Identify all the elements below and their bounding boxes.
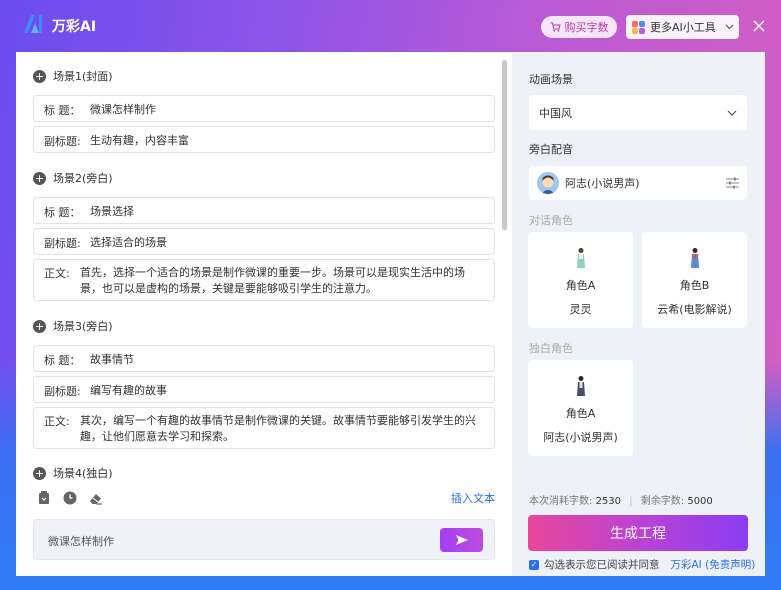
scene-title: 场景2(旁白) xyxy=(53,172,113,185)
role-name: 角色B xyxy=(679,279,710,292)
field-label: 正文: xyxy=(44,267,70,280)
role-voice: 阿志(小说男声) xyxy=(543,431,618,444)
agreement-text: 勾选表示您已阅读并同意 xyxy=(544,559,660,571)
field-label: 标 题： xyxy=(44,104,81,117)
plus-circle-icon[interactable]: + xyxy=(33,466,46,480)
field-value[interactable]: 其次，编写一个有趣的故事情节是制作微课的关键。故事情节要能够引发学生的兴趣，让他… xyxy=(80,413,484,445)
cart-icon xyxy=(550,22,561,32)
role-voice: 灵灵 xyxy=(569,303,592,316)
role-name: 角色A xyxy=(565,279,596,292)
scene-2-subtitle-field[interactable]: 副标题: 选择适合的场景 xyxy=(33,228,495,255)
field-value[interactable]: 生动有趣，内容丰富 xyxy=(90,133,484,149)
send-arrow-icon xyxy=(455,535,468,545)
role-name: 角色A xyxy=(565,407,596,420)
usage-label: 本次消耗字数: xyxy=(529,496,593,507)
usage-value: 2530 xyxy=(595,496,622,507)
field-label: 正文: xyxy=(44,415,70,428)
field-value[interactable]: 首先，选择一个适合的场景是制作微课的重要一步。场景可以是现实生活中的场景，也可以… xyxy=(80,265,484,297)
usage-divider: | xyxy=(629,496,633,507)
role-voice: 云希(电影解说) xyxy=(657,303,732,316)
scene-title: 场景1(封面) xyxy=(53,70,113,83)
dialog-role-card-a[interactable]: 角色A 灵灵 xyxy=(528,232,633,328)
voice-avatar-icon xyxy=(537,172,559,194)
character-figure-icon xyxy=(576,376,585,396)
voiceover-label: 旁白配音 xyxy=(529,143,573,156)
remain-value: 5000 xyxy=(687,496,713,507)
field-value[interactable]: 选择适合的场景 xyxy=(90,235,484,251)
plus-circle-icon[interactable]: + xyxy=(33,171,46,185)
plus-circle-icon[interactable]: + xyxy=(33,319,46,333)
animation-scene-select[interactable]: 中国风 xyxy=(529,95,747,130)
character-figure-icon xyxy=(690,248,699,268)
generate-project-button[interactable]: 生成工程 xyxy=(528,515,748,551)
scene-1-subtitle-field[interactable]: 副标题: 生动有趣，内容丰富 xyxy=(33,126,495,153)
scene-1-title-field[interactable]: 标 题： 微课怎样制作 xyxy=(33,95,495,122)
character-usage: 本次消耗字数: 2530 | 剩余字数: 5000 xyxy=(529,492,713,507)
eraser-icon[interactable] xyxy=(88,490,104,506)
field-value[interactable]: 编写有趣的故事 xyxy=(90,383,484,399)
scene-title: 场景4(独白) xyxy=(53,467,113,480)
title-bar: 万彩AI 购买字数 更多AI小工具 xyxy=(0,0,781,52)
apps-grid-icon xyxy=(632,20,645,34)
sliders-settings-icon[interactable] xyxy=(726,177,739,189)
app-title: 万彩AI xyxy=(52,19,97,35)
scene-3-body-field[interactable]: 正文: 其次，编写一个有趣的故事情节是制作微课的关键。故事情节要能够引发学生的兴… xyxy=(33,407,495,449)
script-editor-panel: + 场景1(封面) 标 题： 微课怎样制作 副标题: 生动有趣，内容丰富 + 场… xyxy=(16,52,512,576)
history-clock-icon[interactable] xyxy=(62,490,78,506)
field-value[interactable]: 微课怎样制作 xyxy=(90,102,484,118)
insert-text-link[interactable]: 插入文本 xyxy=(451,490,495,506)
animation-scene-label: 动画场景 xyxy=(529,73,573,86)
buy-characters-label: 购买字数 xyxy=(564,21,609,34)
field-label: 副标题: xyxy=(44,237,81,250)
scene-2-title-field[interactable]: 标 题： 场景选择 xyxy=(33,197,495,224)
close-icon[interactable] xyxy=(752,19,766,33)
scene-3-subtitle-field[interactable]: 副标题: 编写有趣的故事 xyxy=(33,376,495,403)
scene-1-header[interactable]: + 场景1(封面) xyxy=(33,68,113,84)
animation-scene-value: 中国风 xyxy=(539,106,572,120)
field-label: 标 题： xyxy=(44,206,81,219)
prompt-input-value[interactable]: 微课怎样制作 xyxy=(48,533,114,549)
scene-3-header[interactable]: + 场景3(旁白) xyxy=(33,318,113,334)
monologue-roles-label: 独白角色 xyxy=(529,342,573,355)
voiceover-value: 阿志(小说男声) xyxy=(565,177,640,190)
plus-circle-icon[interactable]: + xyxy=(33,69,46,83)
agreement-checkbox[interactable]: ✓ xyxy=(529,559,539,570)
send-button[interactable] xyxy=(440,528,483,552)
scene-3-title-field[interactable]: 标 题： 故事情节 xyxy=(33,345,495,372)
field-label: 副标题: xyxy=(44,135,81,148)
disclaimer-link[interactable]: 万彩AI (免责声明) xyxy=(671,557,756,572)
voiceover-select[interactable]: 阿志(小说男声) xyxy=(529,166,747,200)
scene-2-body-field[interactable]: 正文: 首先，选择一个适合的场景是制作微课的重要一步。场景可以是现实生活中的场景… xyxy=(33,259,495,301)
scene-4-header[interactable]: + 场景4(独白) xyxy=(33,465,113,481)
scene-2-header[interactable]: + 场景2(旁白) xyxy=(33,170,113,186)
scrollbar[interactable] xyxy=(502,60,507,230)
buy-characters-button[interactable]: 购买字数 xyxy=(541,16,617,38)
editor-toolbar xyxy=(36,490,104,506)
field-value[interactable]: 场景选择 xyxy=(90,204,484,220)
monologue-role-card-a[interactable]: 角色A 阿志(小说男声) xyxy=(528,360,633,456)
dialog-roles-label: 对话角色 xyxy=(529,214,573,227)
app-logo-icon xyxy=(24,15,42,33)
field-value[interactable]: 故事情节 xyxy=(90,352,484,368)
dialog-role-card-b[interactable]: 角色B 云希(电影解说) xyxy=(642,232,747,328)
character-figure-icon xyxy=(576,248,585,268)
prompt-input[interactable]: 微课怎样制作 xyxy=(33,519,495,560)
chevron-down-icon xyxy=(725,24,734,30)
more-ai-tools-dropdown[interactable]: 更多AI小工具 xyxy=(626,15,739,39)
scene-title: 场景3(旁白) xyxy=(53,320,113,333)
save-template-icon[interactable] xyxy=(36,490,52,506)
chevron-down-icon xyxy=(727,110,737,116)
more-ai-tools-label: 更多AI小工具 xyxy=(650,21,716,34)
settings-panel: 动画场景 中国风 旁白配音 阿志(小说男声) 对话角色 角色A 灵灵 角色B 云… xyxy=(512,52,765,576)
field-label: 副标题: xyxy=(44,385,81,398)
agreement-row: ✓ 勾选表示您已阅读并同意 万彩AI (免责声明) xyxy=(529,557,755,572)
field-label: 标 题： xyxy=(44,354,81,367)
remain-label: 剩余字数: xyxy=(640,496,685,507)
